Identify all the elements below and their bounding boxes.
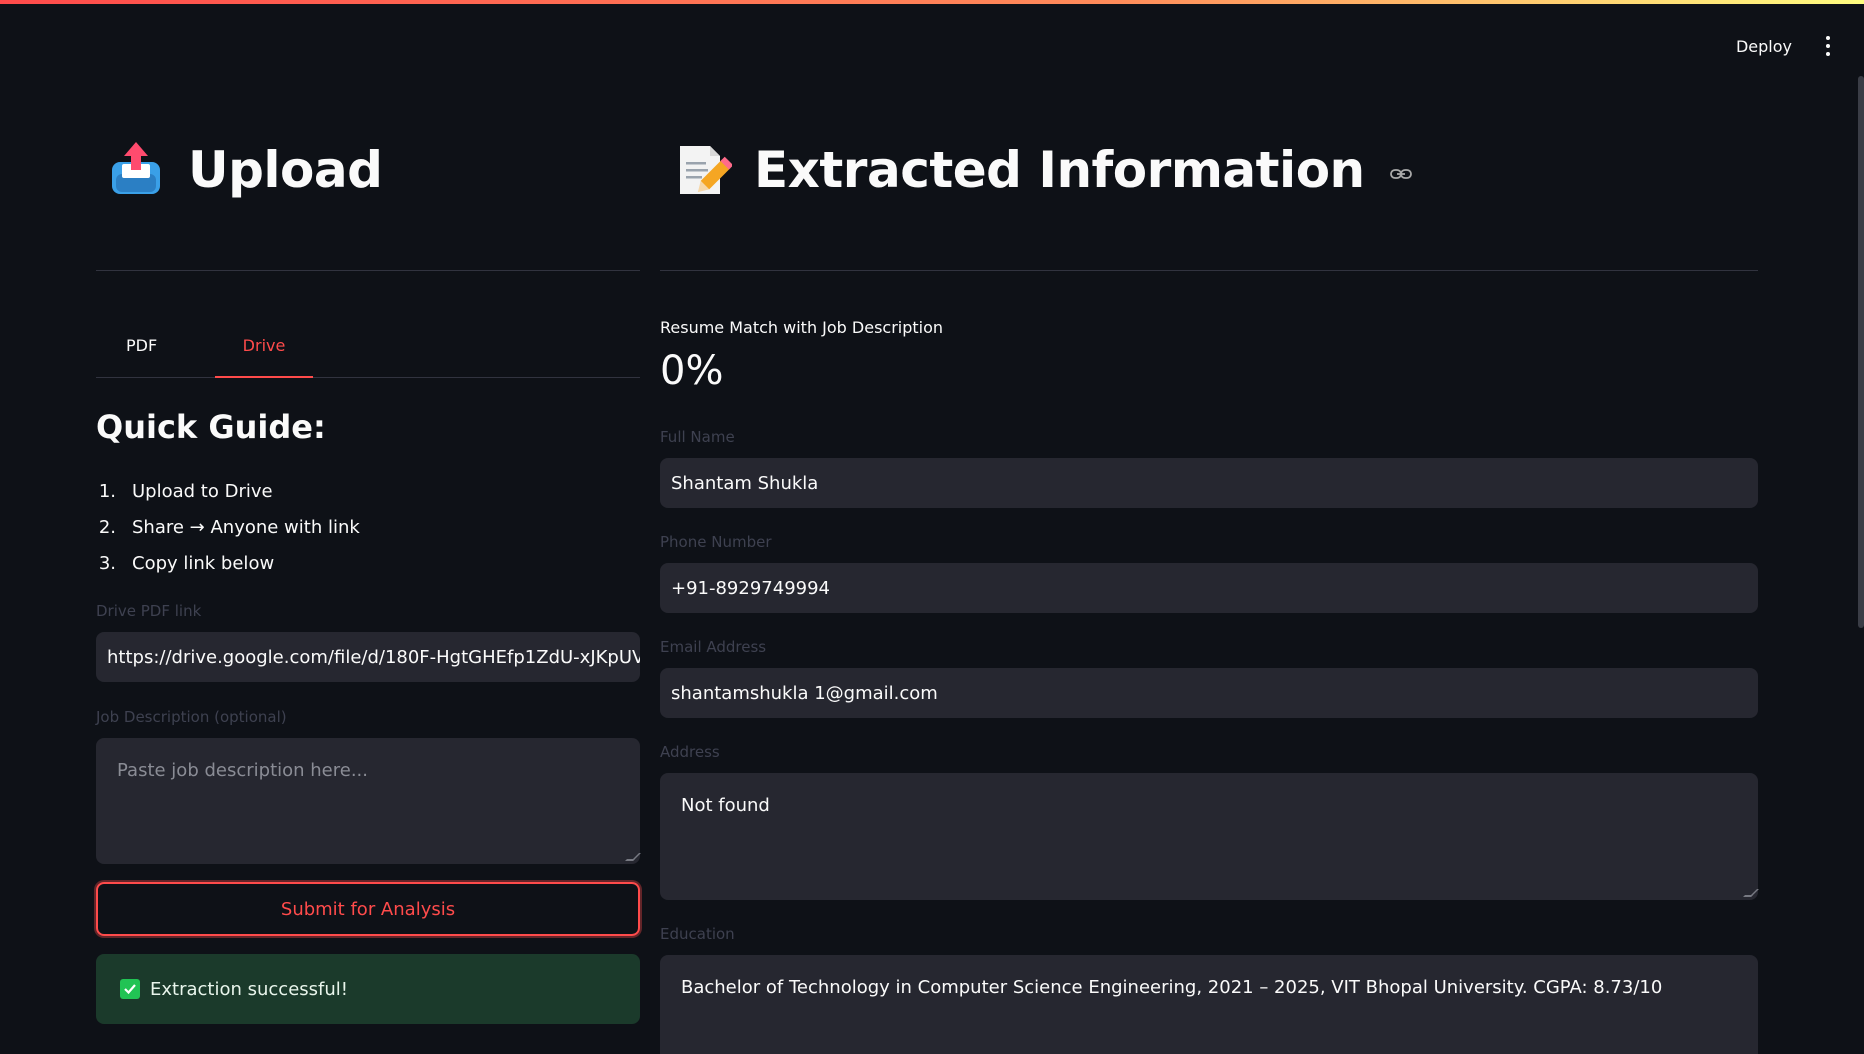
memo-pencil-icon <box>680 146 732 194</box>
phone-label: Phone Number <box>660 533 772 551</box>
link-icon[interactable] <box>1389 162 1413 186</box>
guide-step: 2. Share → Anyone with link <box>96 510 360 546</box>
email-field[interactable]: shantamshukla 1@gmail.com <box>660 668 1758 718</box>
page-scrollbar[interactable] <box>1858 76 1864 628</box>
guide-step: 3. Copy link below <box>96 546 360 582</box>
app-header-actions: Deploy <box>1730 32 1836 60</box>
job-description-label: Job Description (optional) <box>96 708 287 726</box>
deploy-button[interactable]: Deploy <box>1730 33 1798 60</box>
success-alert: Extraction successful! <box>96 954 640 1024</box>
guide-step: 1. Upload to Drive <box>96 474 360 510</box>
education-label: Education <box>660 925 735 943</box>
check-icon <box>120 979 140 999</box>
step-text: Upload to Drive <box>132 481 273 502</box>
match-metric-label: Resume Match with Job Description <box>660 318 944 337</box>
address-value: Not found <box>681 795 770 816</box>
step-number: 1. <box>98 481 116 502</box>
tab-drive[interactable]: Drive <box>215 336 313 378</box>
guide-steps-list: 1. Upload to Drive 2. Share → Anyone with … <box>96 474 360 582</box>
education-value: Bachelor of Technology in Computer Scien… <box>681 977 1663 998</box>
job-description-textarea[interactable]: Paste job description here... <box>96 738 641 864</box>
full-name-field[interactable]: Shantam Shukla <box>660 458 1758 508</box>
resize-handle-icon[interactable] <box>1743 889 1759 897</box>
kebab-menu-icon[interactable] <box>1820 32 1836 60</box>
extracted-divider <box>660 270 1758 271</box>
page-title-extracted: Extracted Information <box>754 141 1365 199</box>
step-number: 3. <box>98 553 116 574</box>
resize-handle-icon[interactable] <box>625 853 641 861</box>
phone-field[interactable]: +91-8929749994 <box>660 563 1758 613</box>
email-label: Email Address <box>660 638 767 656</box>
step-number: 2. <box>98 517 116 538</box>
tab-pdf[interactable]: PDF <box>126 336 157 378</box>
match-metric-value: 0% <box>660 348 724 394</box>
drive-link-input[interactable]: https://drive.google.com/file/d/180F-Hgt… <box>96 632 640 682</box>
upload-heading: Upload <box>106 140 383 200</box>
address-textarea[interactable]: Not found <box>660 773 1759 900</box>
full-name-label: Full Name <box>660 428 735 446</box>
job-description-placeholder: Paste job description here... <box>117 760 368 781</box>
success-message: Extraction successful! <box>150 978 348 1000</box>
step-text: Share → Anyone with link <box>132 517 360 538</box>
inbox-tray-upload-icon <box>112 142 160 194</box>
submit-analysis-button[interactable]: Submit for Analysis <box>96 882 640 936</box>
extracted-heading: Extracted Information <box>672 140 1413 200</box>
drive-link-label: Drive PDF link <box>96 602 202 620</box>
address-label: Address <box>660 743 720 761</box>
education-textarea[interactable]: Bachelor of Technology in Computer Scien… <box>660 955 1758 1054</box>
quick-guide-title: Quick Guide: <box>96 408 326 446</box>
step-text: Copy link below <box>132 553 275 574</box>
upload-divider <box>96 270 640 271</box>
top-decoration-stripe <box>0 0 1864 4</box>
upload-tabs: PDF Drive <box>96 322 640 378</box>
page-title-upload: Upload <box>188 141 383 199</box>
